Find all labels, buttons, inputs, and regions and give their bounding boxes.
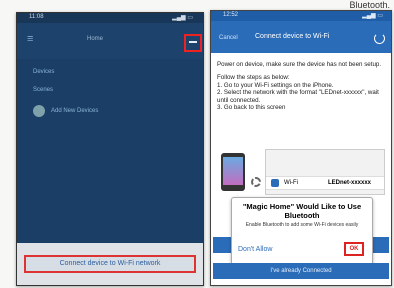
dont-allow-button[interactable]: Don't Allow [238, 246, 272, 253]
wifi-settings-panel: Wi-Fi LEDnet-xxxxxx [265, 149, 385, 195]
step-item: 2. Select the network with the format "L… [217, 89, 379, 104]
refresh-icon[interactable] [374, 33, 385, 44]
already-connected-button[interactable]: I've already Connected [213, 263, 389, 279]
right-phone-screen: 12:52 ▂▄▆ ▭ Cancel Connect device to Wi-… [210, 10, 392, 286]
page-top-text: Bluetooth. [349, 0, 390, 10]
cancel-button[interactable]: Cancel [219, 35, 238, 41]
add-device-button[interactable] [184, 34, 202, 52]
instructions: Power on device, make sure the device ha… [217, 61, 383, 111]
menu-icon[interactable]: ≡ [27, 33, 33, 45]
bottom-bar: Connect device to Wi-Fi network [17, 243, 203, 285]
phone-illustration [221, 153, 245, 191]
device-icon [33, 105, 45, 117]
steps-header: Follow the steps as below: [217, 74, 290, 82]
nav-bar: Cancel Connect device to Wi-Fi [211, 21, 391, 53]
plus-icon [189, 41, 197, 43]
step-item: 3. Go back to this screen [217, 104, 286, 112]
step-item: 1. Go to your Wi-Fi settings on the iPho… [217, 81, 334, 89]
gear-icon [251, 177, 261, 187]
signal-icon: ▂▄▆ ▭ [362, 13, 383, 19]
list-item[interactable]: Add New Devices [51, 108, 98, 114]
wifi-icon [271, 179, 279, 187]
left-phone-screen: 11:08 ▂▄▆ ▭ ≡ Home Devices Scenes Add Ne… [16, 12, 204, 286]
wifi-network-name: LEDnet-xxxxxx [328, 180, 372, 186]
app-header: ≡ Home [17, 23, 203, 59]
header-title: Home [87, 36, 104, 42]
intro-text: Power on device, make sure the device ha… [217, 61, 382, 68]
status-time: 11:08 [29, 14, 44, 20]
home-list: Devices Scenes Add New Devices [17, 61, 203, 256]
connect-wifi-button[interactable]: Connect device to Wi-Fi network [24, 255, 196, 273]
alert-message: Enable Bluetooth to add some Wi-Fi devic… [245, 222, 359, 228]
ok-button[interactable]: OK [344, 242, 364, 256]
list-item[interactable]: Devices [33, 69, 54, 75]
wifi-setup-illustration: Wi-Fi LEDnet-xxxxxx [219, 149, 385, 195]
nav-title: Connect device to Wi-Fi [255, 33, 330, 40]
list-item[interactable]: Scenes [33, 87, 53, 93]
wifi-row: Wi-Fi LEDnet-xxxxxx [266, 176, 384, 190]
status-bar: 12:52 ▂▄▆ ▭ [211, 11, 391, 21]
bluetooth-permission-alert: "Magic Home" Would Like to Use Bluetooth… [231, 197, 373, 265]
signal-icon: ▂▄▆ ▭ [172, 15, 193, 21]
status-bar: 11:08 ▂▄▆ ▭ [17, 13, 203, 23]
alert-title: "Magic Home" Would Like to Use Bluetooth [242, 202, 362, 220]
status-time: 12:52 [223, 12, 239, 18]
wifi-label: Wi-Fi [284, 180, 298, 186]
